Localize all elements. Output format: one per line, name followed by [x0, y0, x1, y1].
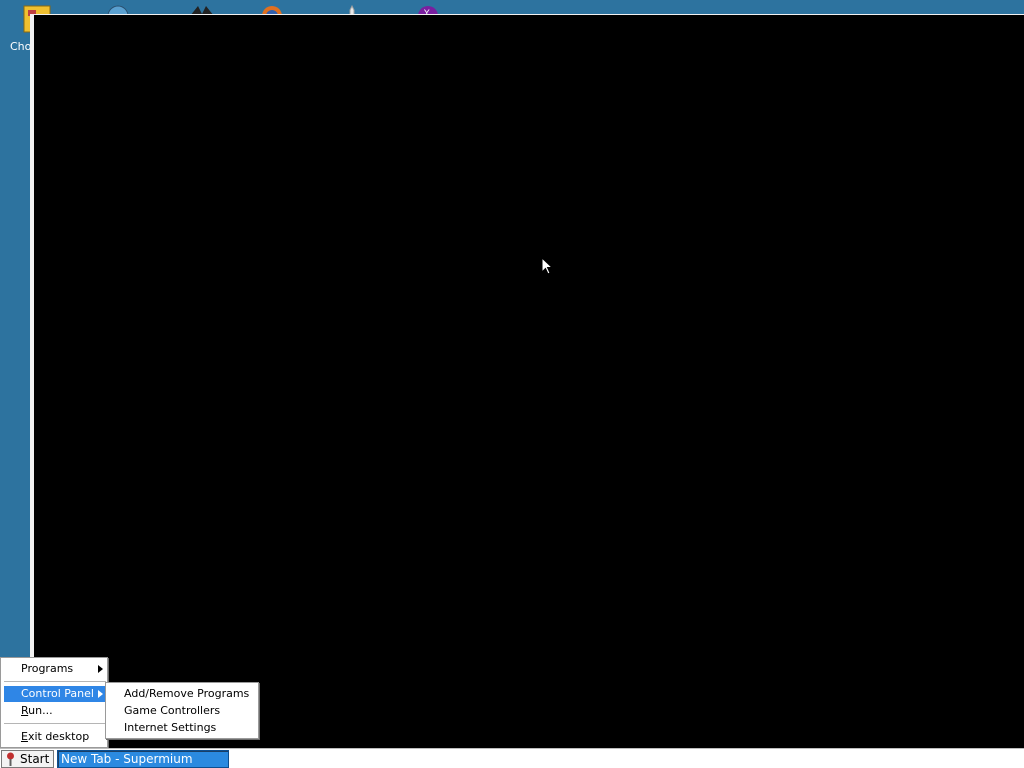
mouse-pointer-icon [541, 257, 553, 275]
submenu-arrow-icon [98, 665, 103, 673]
menu-item-run[interactable]: Run... [4, 703, 106, 719]
taskbar-button-active-window[interactable]: New Tab - Supermium [57, 750, 229, 768]
control-panel-submenu: Add/Remove Programs Game Controllers Int… [105, 682, 259, 739]
menu-separator [4, 681, 106, 682]
submenu-arrow-icon [98, 690, 103, 698]
browser-window[interactable] [30, 14, 1024, 748]
menu-item-exit-desktop[interactable]: Exit desktop [4, 729, 106, 745]
start-button[interactable]: Start [1, 750, 54, 768]
start-button-label: Start [20, 752, 50, 766]
accelerator-key: E [21, 730, 28, 743]
desktop-icon-label: Cho [10, 40, 32, 53]
submenu-item-internet-settings[interactable]: Internet Settings [108, 720, 258, 736]
start-menu: Programs Control Panel Run... Exit deskt… [0, 657, 108, 748]
menu-item-label: Control Panel [21, 687, 94, 700]
menu-separator [4, 723, 106, 724]
submenu-item-game-controllers[interactable]: Game Controllers [108, 703, 258, 719]
menu-item-control-panel[interactable]: Control Panel [4, 686, 106, 702]
menu-item-label: xit desktop [27, 730, 90, 743]
start-logo-icon [7, 752, 14, 766]
taskbar: Start New Tab - Supermium [0, 748, 1024, 768]
menu-item-programs[interactable]: Programs [4, 661, 106, 677]
submenu-item-add-remove-programs[interactable]: Add/Remove Programs [108, 686, 258, 702]
menu-item-label: Programs [21, 662, 74, 675]
menu-item-label: un... [28, 704, 53, 717]
